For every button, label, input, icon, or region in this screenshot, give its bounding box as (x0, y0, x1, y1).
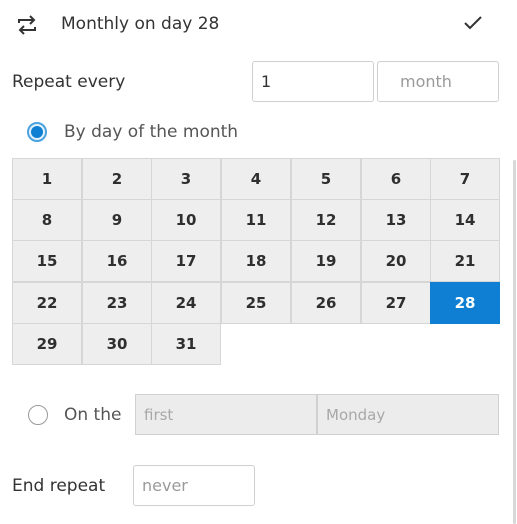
day-cell[interactable]: 16 (82, 240, 152, 282)
day-cell[interactable]: 5 (291, 158, 361, 200)
end-repeat-select[interactable]: never (133, 465, 255, 506)
day-cell[interactable]: 1 (12, 158, 82, 200)
by-day-of-month-label: By day of the month (64, 122, 239, 142)
day-cell[interactable]: 28 (430, 282, 500, 324)
day-cell[interactable]: 7 (430, 158, 500, 200)
day-cell[interactable]: 23 (82, 282, 152, 324)
ordinal-placeholder: first (144, 405, 174, 424)
ordinal-select[interactable]: first (135, 394, 317, 435)
repeat-unit-placeholder: month (400, 72, 452, 91)
day-cell[interactable]: 10 (151, 199, 221, 241)
weekday-select[interactable]: Monday (317, 394, 499, 435)
day-cell[interactable]: 27 (361, 282, 431, 324)
by-day-of-month-radio[interactable] (27, 122, 47, 142)
scrollbar[interactable] (513, 160, 516, 524)
day-cell[interactable]: 24 (151, 282, 221, 324)
day-cell[interactable]: 4 (221, 158, 291, 200)
day-cell[interactable]: 2 (82, 158, 152, 200)
weekday-placeholder: Monday (326, 405, 386, 424)
day-cell[interactable]: 29 (12, 323, 82, 365)
recurrence-summary-title: Monthly on day 28 (61, 14, 220, 34)
day-cell[interactable]: 26 (291, 282, 361, 324)
day-cell[interactable]: 14 (430, 199, 500, 241)
day-cell[interactable]: 30 (82, 323, 152, 365)
confirm-button[interactable] (458, 10, 488, 40)
day-cell[interactable]: 6 (361, 158, 431, 200)
on-the-label: On the (64, 405, 122, 425)
day-cell[interactable]: 18 (221, 240, 291, 282)
on-the-radio[interactable] (28, 405, 48, 425)
day-cell[interactable]: 12 (291, 199, 361, 241)
checkmark-icon (463, 15, 483, 35)
day-cell[interactable]: 3 (151, 158, 221, 200)
recurrence-editor: Monthly on day 28 Repeat every 1 month B… (0, 0, 517, 524)
day-cell[interactable]: 25 (221, 282, 291, 324)
end-repeat-label: End repeat (12, 476, 106, 496)
day-cell[interactable]: 31 (151, 323, 221, 365)
day-cell[interactable]: 20 (361, 240, 431, 282)
day-cell[interactable]: 17 (151, 240, 221, 282)
repeat-every-label: Repeat every (12, 72, 126, 92)
header: Monthly on day 28 (0, 0, 517, 50)
repeat-icon (16, 13, 38, 37)
day-cell[interactable]: 8 (12, 199, 82, 241)
day-cell[interactable]: 19 (291, 240, 361, 282)
repeat-unit-select[interactable]: month (377, 61, 499, 102)
day-cell[interactable]: 22 (12, 282, 82, 324)
day-cell[interactable]: 9 (82, 199, 152, 241)
day-cell[interactable]: 11 (221, 199, 291, 241)
repeat-interval-input[interactable]: 1 (252, 61, 374, 102)
end-repeat-placeholder: never (142, 476, 188, 495)
day-cell[interactable]: 21 (430, 240, 500, 282)
day-cell[interactable]: 15 (12, 240, 82, 282)
day-cell[interactable]: 13 (361, 199, 431, 241)
repeat-interval-value: 1 (261, 72, 272, 91)
